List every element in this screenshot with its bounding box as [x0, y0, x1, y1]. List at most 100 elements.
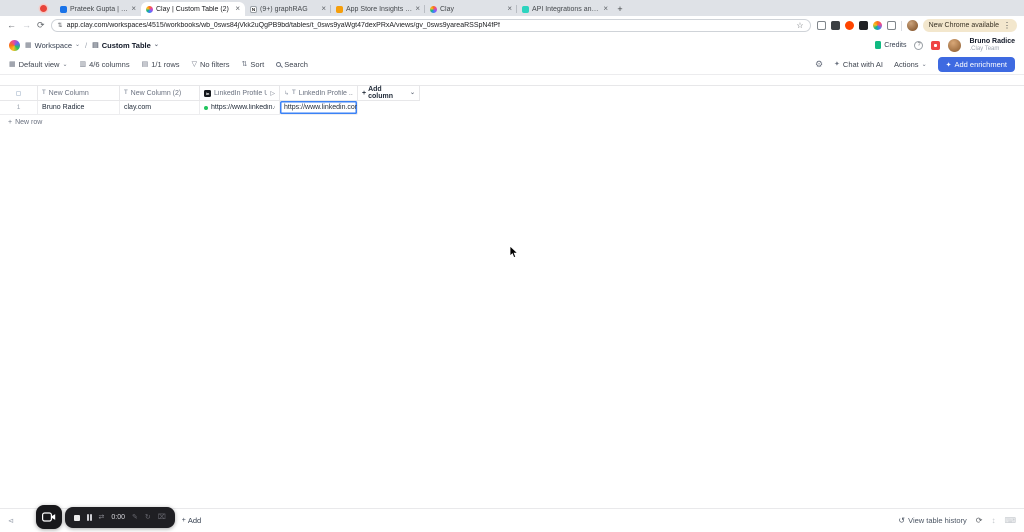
columns-button[interactable]: ▥ 4/6 columns: [80, 60, 130, 69]
menu-kebab-icon[interactable]: ⋮: [1003, 21, 1011, 30]
column-header-new-column-2[interactable]: T New Column (2): [120, 86, 200, 101]
data-table: T New Column T New Column (2) in LinkedI…: [0, 85, 1024, 130]
pause-recording-button[interactable]: [87, 514, 92, 521]
site-info-icon[interactable]: ⇅: [58, 22, 63, 29]
extension-icon-3[interactable]: [844, 21, 854, 30]
back-icon[interactable]: ←: [7, 21, 16, 30]
forward-icon[interactable]: →: [22, 21, 31, 30]
add-table-label: Add: [187, 516, 202, 525]
table-header-row: T New Column T New Column (2) in LinkedI…: [0, 85, 1024, 101]
url-bar[interactable]: ⇅ app.clay.com/workspaces/4515/workbooks…: [50, 19, 811, 32]
breadcrumb-table[interactable]: ▤ Custom Table ⌄: [92, 41, 159, 50]
url-text[interactable]: app.clay.com/workspaces/4515/workbooks/w…: [67, 22, 793, 29]
select-all-checkbox[interactable]: [16, 90, 21, 96]
tab-separator: [516, 5, 517, 13]
cell-linkedin-profile-selected[interactable]: https://www.linkedin.com...: [280, 101, 358, 115]
collapse-sidebar-icon[interactable]: ⊲: [8, 517, 14, 525]
column-header-linkedin-profile[interactable]: ↳ T LinkedIn Profile ...: [280, 86, 358, 101]
extension-icon-4[interactable]: [858, 21, 868, 30]
column-header-new-column[interactable]: T New Column: [38, 86, 120, 101]
chevron-down-icon: ⌄: [921, 61, 927, 68]
search-button[interactable]: Search: [276, 60, 308, 69]
rows-button[interactable]: ▤ 1/1 rows: [142, 60, 180, 69]
close-icon[interactable]: ×: [321, 5, 326, 13]
scraper-favicon-icon: [336, 5, 343, 13]
tab-inbox[interactable]: Prateek Gupta | Inbox | Clay ×: [55, 2, 141, 16]
help-icon[interactable]: ?: [914, 40, 924, 50]
credits-badge[interactable]: Credits: [875, 41, 906, 49]
default-view-button[interactable]: ▦ Default view ⌄: [9, 60, 68, 69]
resize-icon[interactable]: ↕: [991, 516, 995, 525]
app-header-right: Credits ? Bruno Radice .Clay Team: [875, 38, 1015, 53]
rows-icon: ▤: [141, 61, 149, 68]
extension-icon-2[interactable]: [830, 21, 840, 30]
sort-icon: ⇅: [241, 61, 248, 68]
camera-bubble[interactable]: [36, 505, 62, 529]
delete-recording-icon[interactable]: ⌧: [158, 514, 166, 521]
cell-linkedin-url-text: https://www.linkedin.c...: [211, 104, 275, 111]
chrome-update-button[interactable]: New Chrome available ⋮: [922, 19, 1017, 32]
actions-button[interactable]: Actions ⌄: [894, 60, 927, 69]
breadcrumb-workspace[interactable]: ▦ Workspace ⌄: [25, 41, 80, 50]
ai-sparkle-icon: ✦: [834, 61, 840, 68]
column-header-label: LinkedIn Profile ...: [298, 89, 353, 97]
table-icon: ▤: [92, 41, 99, 49]
close-icon[interactable]: ×: [507, 5, 512, 13]
cell-domain[interactable]: clay.com: [120, 101, 200, 115]
clay-favicon-icon: [430, 5, 437, 13]
chrome-profile-avatar[interactable]: [906, 20, 918, 31]
column-header-linkedin-url[interactable]: in LinkedIn Profile URL ▷: [200, 86, 280, 101]
filters-button[interactable]: ▽ No filters: [192, 60, 230, 69]
row-number-cell[interactable]: 1: [0, 101, 38, 115]
reload-icon[interactable]: ⟳: [37, 21, 45, 30]
close-icon[interactable]: ×: [415, 5, 420, 13]
close-icon[interactable]: ×: [235, 5, 240, 13]
columns-label: 4/6 columns: [89, 60, 130, 69]
chat-with-ai-button[interactable]: ✦ Chat with AI: [834, 60, 883, 69]
tab-graphrag[interactable]: N (9+) graphRAG ×: [245, 2, 331, 16]
tab-api-integrations[interactable]: API Integrations and Custom ×: [516, 2, 613, 16]
notion-favicon-icon: N: [250, 5, 257, 13]
new-tab-button[interactable]: +: [613, 2, 627, 16]
run-column-icon[interactable]: ▷: [270, 90, 275, 97]
new-row-button[interactable]: + New row: [0, 115, 420, 130]
add-enrichment-button[interactable]: ✦ Add enrichment: [937, 57, 1015, 72]
update-label: New Chrome available: [928, 22, 999, 29]
browser-window: Prateek Gupta | Inbox | Clay × Clay | Cu…: [0, 0, 1024, 532]
new-row-label: New row: [15, 119, 43, 126]
cell-linkedin-url[interactable]: https://www.linkedin.c...: [200, 101, 280, 115]
tab-clay[interactable]: Clay ×: [424, 2, 517, 16]
user-avatar[interactable]: [948, 38, 962, 52]
clay-logo-icon[interactable]: [9, 39, 20, 51]
keyboard-shortcuts-icon[interactable]: ⌨: [1004, 516, 1016, 525]
add-column-button[interactable]: + Add column ⌄: [358, 86, 420, 101]
extensions-puzzle-icon[interactable]: [886, 21, 896, 30]
tab-separator: [424, 5, 425, 13]
view-toolbar-right: ⚙ ✦ Chat with AI Actions ⌄ ✦ Add enrichm…: [815, 57, 1015, 72]
table-name-label: Custom Table: [101, 40, 151, 50]
draw-pen-icon[interactable]: ✎: [132, 514, 138, 521]
app-header: ▦ Workspace ⌄ / ▤ Custom Table ⌄ Credits…: [0, 35, 1024, 55]
select-all-cell[interactable]: [0, 86, 38, 101]
close-icon[interactable]: ×: [131, 5, 136, 13]
cell-name[interactable]: Bruno Radice: [38, 101, 120, 115]
clay-favicon-icon: [146, 5, 153, 13]
stop-recording-button[interactable]: [74, 514, 80, 521]
close-icon[interactable]: ×: [603, 5, 608, 13]
sort-button[interactable]: ⇅ Sort: [242, 60, 265, 69]
extension-icon-1[interactable]: [816, 21, 826, 30]
notification-icon[interactable]: [931, 40, 941, 50]
add-table-button[interactable]: + Add: [182, 516, 201, 525]
restart-recording-icon[interactable]: ↻: [145, 514, 151, 521]
add-enrichment-label: Add enrichment: [954, 60, 1007, 69]
video-camera-icon: [42, 512, 56, 522]
refresh-icon[interactable]: ⟳: [976, 516, 983, 525]
tab-app-store-insights[interactable]: App Store Insights Scraper ×: [330, 2, 425, 16]
extension-icon-5[interactable]: [872, 21, 882, 30]
view-table-history-button[interactable]: ↺ View table history: [898, 516, 966, 525]
tab-clay-custom-table[interactable]: Clay | Custom Table (2) ×: [141, 2, 245, 16]
gear-icon[interactable]: ⚙: [815, 60, 823, 69]
default-view-label: Default view: [18, 60, 60, 69]
bookmark-star-icon[interactable]: ☆: [796, 21, 803, 30]
flip-camera-icon[interactable]: ⇄: [99, 514, 105, 521]
